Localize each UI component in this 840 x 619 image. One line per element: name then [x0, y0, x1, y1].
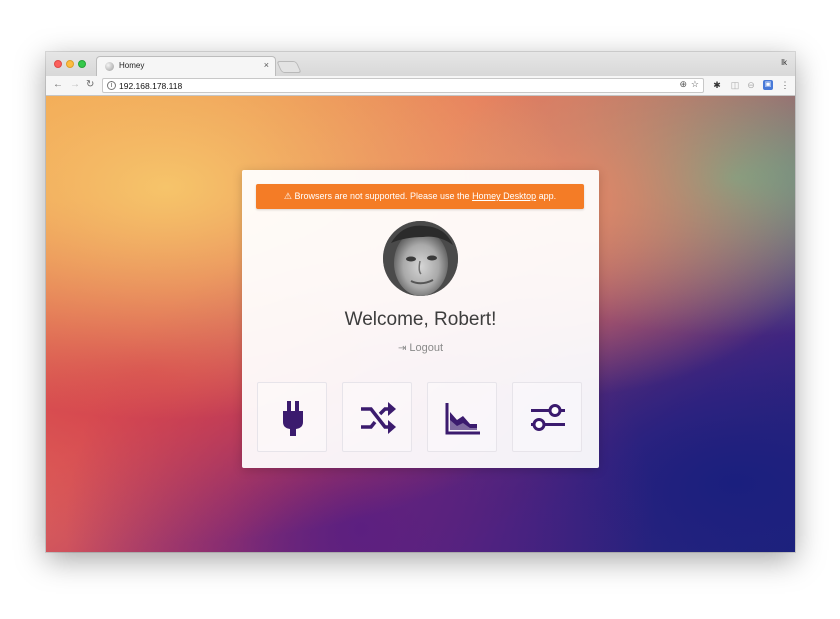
alert-text-end: app.: [536, 191, 557, 201]
warning-icon: ⚠: [283, 191, 292, 201]
welcome-heading: Welcome, Robert!: [344, 309, 497, 330]
welcome-card: ⚠ Browsers are not supported. Please use…: [242, 170, 599, 468]
forward-icon[interactable]: →: [70, 79, 80, 90]
gear-icon[interactable]: ✱: [712, 80, 722, 90]
homey-favicon-icon: [105, 62, 114, 71]
url-text[interactable]: 192.168.178.118: [119, 81, 182, 91]
address-bar[interactable]: i 192.168.178.118 ⊕ ☆: [102, 78, 704, 93]
browser-toolbar: ← → ↻ i 192.168.178.118 ⊕ ☆ ✱ ◫ ⊖ ▣ ⋮: [46, 76, 795, 96]
extension-badge-icon[interactable]: ▣: [763, 80, 773, 90]
info-icon[interactable]: i: [107, 81, 116, 90]
plug-icon: [283, 401, 303, 436]
profile-label[interactable]: lk: [781, 58, 787, 67]
star-icon[interactable]: ☆: [691, 79, 699, 90]
avatar: [383, 221, 458, 296]
close-window-button[interactable]: [54, 60, 62, 68]
extension-icon[interactable]: ◫: [730, 80, 740, 90]
settings-sliders-icon: [531, 404, 565, 431]
logout-icon: ⇥: [397, 343, 407, 354]
tab-title: Homey: [119, 61, 145, 70]
page-viewport: ⚠ Browsers are not supported. Please use…: [46, 96, 795, 552]
zoom-icon[interactable]: ⊕: [679, 79, 687, 90]
minimize-window-button[interactable]: [66, 60, 74, 68]
back-icon[interactable]: ←: [53, 79, 63, 90]
settings-tile[interactable]: [512, 382, 582, 452]
maximize-window-button[interactable]: [78, 60, 86, 68]
homey-desktop-link[interactable]: Homey Desktop: [472, 191, 536, 201]
devices-tile[interactable]: [257, 382, 327, 452]
tab-close-icon[interactable]: ×: [264, 60, 269, 70]
logout-link[interactable]: ⇥ Logout: [242, 342, 599, 354]
flow-icon: [361, 402, 396, 434]
new-tab-button[interactable]: [276, 61, 302, 73]
reload-icon[interactable]: ↻: [86, 79, 94, 90]
tab-strip: Homey × lk: [46, 52, 795, 76]
extension-icon[interactable]: ⊖: [746, 80, 756, 90]
avatar-photo: [383, 221, 458, 296]
unsupported-browser-alert: ⚠ Browsers are not supported. Please use…: [256, 184, 584, 209]
menu-icon[interactable]: ⋮: [780, 80, 790, 90]
alert-text: Browsers are not supported. Please use t…: [294, 191, 473, 201]
browser-tab[interactable]: Homey ×: [96, 56, 276, 76]
insights-icon: [445, 403, 480, 435]
browser-window: Homey × lk ← → ↻ i 192.168.178.118 ⊕ ☆ ✱…: [46, 52, 795, 552]
logout-label: Logout: [409, 342, 444, 354]
flows-tile[interactable]: [342, 382, 412, 452]
insights-tile[interactable]: [427, 382, 497, 452]
